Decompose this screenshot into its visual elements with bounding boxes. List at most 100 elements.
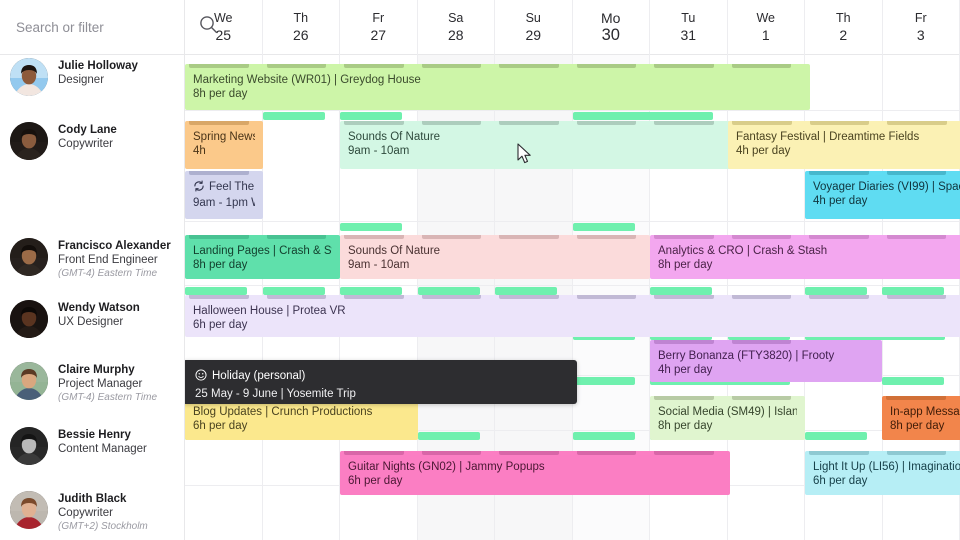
avatar <box>10 491 48 529</box>
person-row[interactable]: Julie Holloway Designer <box>0 58 185 96</box>
schedule-event[interactable]: Guitar Nights (GN02) | Jammy Popups 6h p… <box>340 451 730 495</box>
event-title: Halloween House | Protea VR <box>193 305 346 317</box>
availability-tick <box>650 287 712 295</box>
day-header[interactable]: We 1 <box>728 0 805 55</box>
event-segment-bars <box>650 396 805 401</box>
day-of-week: Fr <box>372 11 385 25</box>
event-title: Social Media (SM49) | Island Music <box>658 406 797 418</box>
row-separator <box>185 221 960 222</box>
holiday-tooltip[interactable]: Holiday (personal) 25 May - 9 June | Yos… <box>185 360 577 404</box>
people-sidebar: Julie Holloway Designer Cody Lane Copywr… <box>0 0 218 540</box>
event-title: Marketing Website (WR01) | Greydog House <box>193 74 421 86</box>
availability-tick <box>573 112 713 120</box>
person-info: Claire Murphy Project Manager (GMT-4) Ea… <box>58 362 157 404</box>
person-role: Project Manager <box>58 378 143 390</box>
day-header[interactable]: Tu 31 <box>650 0 728 55</box>
day-of-month: 30 <box>601 26 620 44</box>
schedule-event[interactable]: Marketing Website (WR01) | Greydog House… <box>185 64 810 110</box>
day-of-week: Sa <box>448 11 464 25</box>
event-subtitle: 9am - 10am <box>348 259 410 271</box>
event-segment-bars <box>805 171 960 176</box>
event-title: Feel The Noise <box>193 180 255 196</box>
person-row[interactable]: Francisco Alexander Front End Engineer (… <box>0 238 185 280</box>
day-header[interactable]: Th 2 <box>805 0 883 55</box>
event-segment-bars <box>185 64 810 69</box>
availability-tick <box>263 112 325 120</box>
search-icon[interactable] <box>199 15 218 39</box>
person-name: Francisco Alexander <box>58 240 171 252</box>
event-title: Guitar Nights (GN02) | Jammy Popups <box>348 461 545 473</box>
event-segment-bars <box>728 121 960 126</box>
person-role: Designer <box>58 74 105 86</box>
day-of-week: We <box>756 11 776 25</box>
recurring-icon <box>193 180 205 196</box>
person-timezone: (GMT-4) Eastern Time <box>58 392 158 403</box>
person-row[interactable]: Bessie Henry Content Manager <box>0 427 185 465</box>
schedule-event[interactable]: Feel The Noise 9am - 1pm Weekly <box>185 171 263 219</box>
event-subtitle: 8h per day <box>658 420 713 432</box>
person-row[interactable]: Cody Lane Copywriter <box>0 122 185 160</box>
avatar <box>10 300 48 338</box>
day-header[interactable]: Su 29 <box>495 0 573 55</box>
day-header[interactable]: Mo 30 <box>573 0 650 55</box>
schedule-event[interactable]: Halloween House | Protea VR 6h per day <box>185 295 960 337</box>
availability-tick <box>340 223 402 231</box>
avatar <box>10 58 48 96</box>
avatar <box>10 122 48 160</box>
day-header[interactable]: Fr 27 <box>340 0 418 55</box>
availability-tick <box>418 287 480 295</box>
event-segment-bars <box>185 121 263 126</box>
event-title: Fantasy Festival | Dreamtime Fields <box>736 131 920 143</box>
schedule-event[interactable]: In-app Messaging 8h per day <box>882 396 960 440</box>
day-header[interactable]: Fr 3 <box>883 0 960 55</box>
person-row[interactable]: Claire Murphy Project Manager (GMT-4) Ea… <box>0 362 185 404</box>
event-title: Voyager Diaries (VI99) | Space Pop <box>813 181 960 193</box>
day-of-month: 3 <box>916 27 925 43</box>
availability-tick <box>340 287 402 295</box>
person-timezone: (GMT+2) Stockholm <box>58 521 148 532</box>
event-segment-bars <box>805 451 960 456</box>
day-of-week: Th <box>835 11 851 25</box>
schedule-event[interactable]: Fantasy Festival | Dreamtime Fields 4h p… <box>728 121 960 169</box>
availability-tick <box>805 287 867 295</box>
person-row[interactable]: Judith Black Copywriter (GMT+2) Stockhol… <box>0 491 185 533</box>
schedule-event[interactable]: Berry Bonanza (FTY3820) | Frooty 4h per … <box>650 340 882 382</box>
schedule-event[interactable]: Landing Pages | Crash & Stash 8h per day <box>185 235 340 279</box>
row-separator <box>185 285 960 286</box>
person-name: Bessie Henry <box>58 429 131 441</box>
schedule-event[interactable]: Sounds Of Nature 9am - 10am <box>340 235 650 279</box>
day-header[interactable]: We 25 <box>185 0 263 55</box>
person-row[interactable]: Wendy Watson UX Designer <box>0 300 185 338</box>
event-segment-bars <box>340 235 650 240</box>
event-title: Berry Bonanza (FTY3820) | Frooty <box>658 350 835 362</box>
schedule-event[interactable]: Social Media (SM49) | Island Music 8h pe… <box>650 396 805 440</box>
holiday-subtitle: 25 May - 9 June | Yosemite Trip <box>195 388 356 400</box>
search-bar[interactable] <box>0 0 218 55</box>
day-of-month: 27 <box>370 27 387 43</box>
search-input[interactable] <box>16 19 193 35</box>
smiley-icon <box>195 369 207 386</box>
availability-tick <box>805 432 867 440</box>
person-role: Content Manager <box>58 443 147 455</box>
availability-tick <box>418 432 480 440</box>
person-name: Wendy Watson <box>58 302 140 314</box>
event-title: In-app Messaging <box>890 406 960 418</box>
schedule-grid: Marketing Website (WR01) | Greydog House… <box>185 55 960 540</box>
event-subtitle: 6h per day <box>348 475 403 487</box>
schedule-event[interactable]: Spring Newsletter 4h <box>185 121 263 169</box>
day-of-month: 26 <box>292 27 309 43</box>
person-info: Cody Lane Copywriter <box>58 122 117 151</box>
schedule-event[interactable]: Light It Up (LI56) | Imagination Distric… <box>805 451 960 495</box>
event-subtitle: 4h <box>193 145 206 157</box>
availability-tick <box>495 287 557 295</box>
availability-tick <box>573 223 635 231</box>
schedule-event[interactable]: Voyager Diaries (VI99) | Space Pop 4h pe… <box>805 171 960 219</box>
event-subtitle: 8h per day <box>193 88 248 100</box>
day-header[interactable]: Th 26 <box>263 0 340 55</box>
event-title: Analytics & CRO | Crash & Stash <box>658 245 828 257</box>
event-segment-bars <box>185 235 340 240</box>
schedule-event[interactable]: Analytics & CRO | Crash & Stash 8h per d… <box>650 235 960 279</box>
availability-tick <box>185 287 247 295</box>
person-info: Judith Black Copywriter (GMT+2) Stockhol… <box>58 491 148 533</box>
day-header[interactable]: Sa 28 <box>418 0 495 55</box>
